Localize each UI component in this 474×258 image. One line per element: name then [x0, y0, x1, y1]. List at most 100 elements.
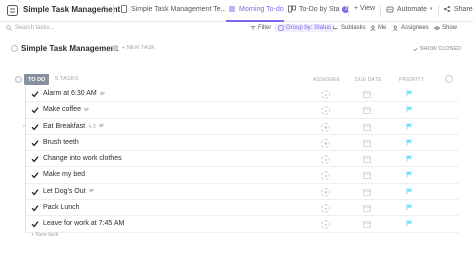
task-row[interactable]: Brush teeth	[26, 135, 459, 152]
check-icon[interactable]	[31, 188, 39, 196]
collapse-group-icon[interactable]	[15, 76, 22, 83]
description-icon[interactable]	[84, 107, 89, 112]
calendar-icon[interactable]	[363, 106, 371, 115]
group-by-button[interactable]: Group by: Status	[275, 24, 335, 32]
task-name[interactable]: Leave for work at 7:45 AM	[43, 220, 124, 227]
task-name[interactable]: Make my bed	[43, 171, 85, 178]
assignee-placeholder-icon[interactable]	[321, 204, 330, 214]
description-icon[interactable]	[100, 91, 105, 96]
task-name[interactable]: Make coffee	[43, 106, 89, 113]
check-icon[interactable]	[31, 106, 39, 114]
priority-flag-icon[interactable]	[406, 90, 413, 97]
add-view-button[interactable]: + View	[354, 5, 375, 12]
show-closed-button[interactable]: SHOW CLOSED	[413, 46, 461, 52]
column-header-priority[interactable]: PRIORITY	[399, 77, 424, 83]
share-button[interactable]: Share	[443, 5, 473, 13]
calendar-icon[interactable]	[363, 90, 371, 98]
assignee-placeholder-icon[interactable]	[321, 220, 330, 230]
assignee-placeholder-icon[interactable]	[321, 106, 330, 116]
share-icon	[444, 6, 450, 12]
task-row[interactable]: Make my bed	[26, 167, 459, 184]
check-icon[interactable]	[31, 123, 39, 131]
eye-icon	[434, 26, 440, 30]
subtask-count[interactable]: ↳3	[88, 124, 96, 130]
new-task-button[interactable]: + New task	[31, 232, 58, 238]
priority-flag-icon[interactable]	[406, 106, 413, 113]
calendar-icon[interactable]	[363, 204, 371, 212]
tab-morning-todo[interactable]: Morning To-do	[228, 5, 284, 13]
assignee-placeholder-icon[interactable]	[321, 187, 330, 197]
task-name[interactable]: Let Dog's Out	[43, 188, 94, 195]
check-icon[interactable]	[31, 220, 39, 228]
divider	[380, 5, 381, 17]
calendar-icon[interactable]	[363, 188, 371, 196]
calendar-icon[interactable]	[363, 220, 371, 229]
info-icon[interactable]	[112, 45, 118, 51]
priority-flag-icon[interactable]	[406, 123, 413, 130]
task-name[interactable]: Pack Lunch	[43, 204, 80, 211]
list-header: Simple Task Management + NEW TASK SHOW C…	[0, 40, 474, 60]
show-button[interactable]: Show	[434, 25, 457, 31]
search-input[interactable]: Search tasks...	[6, 25, 55, 31]
task-name[interactable]: Brush teeth	[43, 139, 79, 146]
task-count: 9 TASKS	[55, 76, 79, 82]
expand-subtasks-icon[interactable]: ›	[23, 123, 25, 129]
assignee-placeholder-icon[interactable]	[321, 90, 330, 99]
me-button[interactable]: Me	[370, 25, 386, 31]
tab-simple-task-management[interactable]: Simple Task Management Te...	[120, 5, 226, 13]
subtask-count-value: 3	[92, 123, 96, 130]
users-icon	[393, 25, 398, 31]
doc-icon	[121, 5, 127, 13]
description-icon[interactable]	[99, 123, 104, 128]
tab-label: Simple Task Management Te...	[131, 5, 227, 13]
calendar-icon[interactable]	[363, 123, 371, 131]
status-badge[interactable]: TO DO	[24, 74, 50, 85]
tab-todo-by-status[interactable]: To-Do by Sta 3	[288, 5, 350, 13]
automate-button[interactable]: Automate ▾	[386, 5, 432, 13]
assignee-placeholder-icon[interactable]	[321, 122, 330, 132]
subtasks-button[interactable]: Subtasks	[333, 25, 366, 31]
assignees-button[interactable]: Assignees	[393, 25, 429, 31]
task-row[interactable]: Let Dog's Out	[26, 184, 459, 201]
show-label: Show	[442, 25, 458, 31]
page-title[interactable]: Simple Task Management	[21, 44, 118, 53]
task-name[interactable]: Alarm at 6:30 AM	[43, 90, 105, 97]
task-row[interactable]: Make coffee	[26, 102, 459, 119]
calendar-icon[interactable]	[363, 171, 371, 180]
column-header-due-date[interactable]: DUE DATE	[355, 77, 382, 83]
assignee-placeholder-icon[interactable]	[321, 171, 330, 181]
column-header-assignee[interactable]: ASSIGNEE	[313, 77, 340, 83]
workspace-title[interactable]: Simple Task Management	[23, 5, 120, 14]
check-icon[interactable]	[31, 90, 39, 98]
task-name-text: Let Dog's Out	[43, 187, 86, 195]
new-task-header-button[interactable]: + NEW TASK	[122, 45, 155, 51]
check-icon	[413, 47, 418, 51]
priority-flag-icon[interactable]	[406, 139, 413, 146]
collapse-icon[interactable]	[11, 45, 18, 52]
check-icon[interactable]	[31, 155, 39, 163]
description-icon[interactable]	[89, 188, 94, 193]
assignee-placeholder-icon[interactable]	[321, 138, 330, 148]
priority-flag-icon[interactable]	[406, 171, 413, 178]
priority-flag-icon[interactable]	[406, 204, 413, 211]
calendar-icon[interactable]	[363, 139, 371, 147]
workspace-caret[interactable]: •	[103, 5, 105, 11]
check-icon[interactable]	[31, 139, 39, 147]
filter-button[interactable]: Filter	[250, 25, 271, 31]
calendar-icon[interactable]	[363, 155, 371, 164]
search-icon	[6, 25, 12, 31]
task-row[interactable]: Leave for work at 7:45 AM	[26, 216, 459, 233]
priority-flag-icon[interactable]	[406, 155, 413, 162]
task-row[interactable]: Alarm at 6:30 AM	[26, 86, 459, 103]
task-row[interactable]: Pack Lunch	[26, 200, 459, 217]
task-row[interactable]: › Eat Breakfast ↳3	[23, 119, 459, 135]
add-column-icon[interactable]	[445, 75, 453, 83]
priority-flag-icon[interactable]	[406, 188, 413, 195]
assignee-placeholder-icon[interactable]	[321, 155, 330, 165]
task-name[interactable]: Eat Breakfast ↳3	[43, 123, 104, 130]
task-row[interactable]: Change into work clothes	[26, 151, 459, 168]
check-icon[interactable]	[31, 171, 39, 179]
priority-flag-icon[interactable]	[406, 220, 413, 227]
check-icon[interactable]	[31, 204, 39, 212]
task-name[interactable]: Change into work clothes	[43, 155, 122, 162]
